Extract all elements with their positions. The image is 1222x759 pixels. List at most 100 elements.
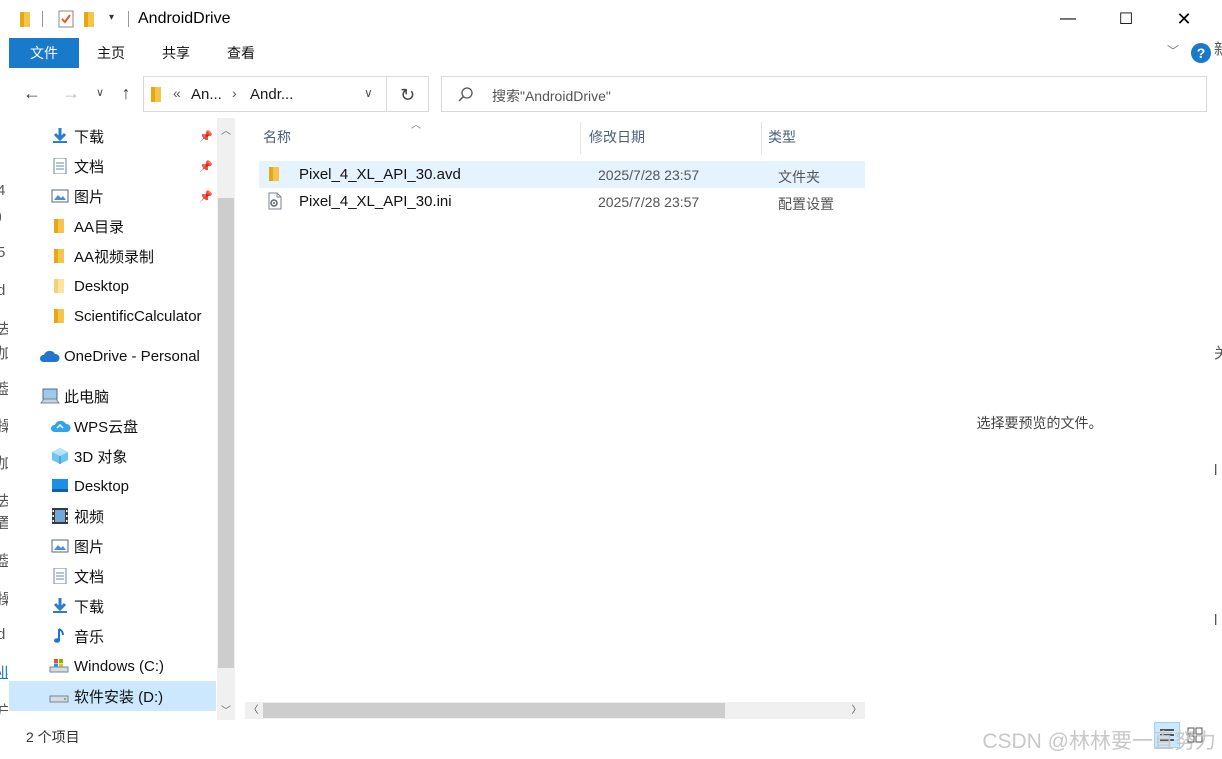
computer-icon <box>40 388 60 404</box>
pin-icon[interactable]: 📌 <box>199 130 213 143</box>
nav-item-onedrive[interactable]: OneDrive - Personal <box>9 341 216 371</box>
folder-icon <box>151 87 161 102</box>
item-count: 2 个项目 <box>26 729 80 745</box>
file-type: 文件夹 <box>778 169 820 185</box>
file-type: 配置设置 <box>778 196 834 212</box>
minimize-button[interactable]: — <box>1039 0 1097 38</box>
up-arrow-icon[interactable]: ↑ <box>115 82 137 104</box>
picture-icon <box>51 539 69 553</box>
file-name: Pixel_4_XL_API_30.avd <box>299 166 461 183</box>
nav-item-this-pc[interactable]: 此电脑 <box>9 381 216 411</box>
folder-icon <box>54 309 64 323</box>
sort-ascending-chevron-icon: ︿ <box>411 120 421 131</box>
customize-toolbar-chevron-icon[interactable]: ▾ <box>109 12 114 23</box>
breadcrumb-overflow[interactable]: « <box>173 85 181 101</box>
window-title: AndroidDrive <box>138 10 231 27</box>
breadcrumb-item[interactable]: Andr... <box>250 86 293 103</box>
document-icon <box>53 158 67 174</box>
scroll-left-chevron-icon[interactable]: 〈 <box>245 702 262 719</box>
divider <box>128 11 129 27</box>
search-placeholder: 搜索"AndroidDrive" <box>492 88 611 104</box>
new-folder-icon[interactable] <box>83 10 97 28</box>
nav-item-aa-video[interactable]: AA视频录制 <box>9 241 216 271</box>
file-name: Pixel_4_XL_API_30.ini <box>299 193 452 210</box>
background-window-edge-right: 新关ll <box>1214 0 1222 759</box>
breadcrumb-separator-icon[interactable]: › <box>232 85 237 101</box>
music-icon <box>54 628 64 643</box>
preview-message: 选择要预览的文件。 <box>976 415 1103 431</box>
breadcrumb-item[interactable]: An... <box>191 86 222 103</box>
drive-c-icon <box>49 659 69 673</box>
nav-item-music[interactable]: 音乐 <box>9 621 216 651</box>
nav-item-pictures[interactable]: 图片 📌 <box>9 181 216 211</box>
scrollbar-thumb[interactable] <box>263 703 725 718</box>
search-icon <box>458 87 473 102</box>
recent-locations-chevron-icon[interactable]: ∨ <box>89 82 111 104</box>
properties-check-icon[interactable] <box>57 10 75 28</box>
column-header-name[interactable]: 名称 <box>263 118 291 156</box>
expand-ribbon-chevron-icon[interactable]: ﹀ <box>1167 42 1179 59</box>
nav-item-drive-c[interactable]: Windows (C:) <box>9 651 216 681</box>
nav-item-documents-pc[interactable]: 文档 <box>9 561 216 591</box>
maximize-button[interactable]: ☐ <box>1097 0 1155 38</box>
close-button[interactable]: ✕ <box>1155 0 1213 38</box>
nav-item-desktop[interactable]: Desktop <box>9 471 216 501</box>
folder-icon <box>269 167 279 181</box>
forward-arrow-icon[interactable]: → <box>60 82 82 104</box>
folder-icon <box>54 249 64 263</box>
cube-icon <box>52 448 68 464</box>
tab-file[interactable]: 文件 <box>9 38 79 68</box>
file-row[interactable]: Pixel_4_XL_API_30.ini 2025/7/28 23:57 配置… <box>259 188 865 215</box>
navigation-bar: ← → ∨ ↑ « An... › Andr... ∨ ↻ 搜索"Android… <box>9 74 1214 114</box>
nav-item-scientific-calculator[interactable]: ScientificCalculator <box>9 301 216 331</box>
nav-item-downloads[interactable]: 下载 📌 <box>9 121 216 151</box>
pin-icon[interactable]: 📌 <box>199 160 213 173</box>
file-explorer-window: ▾ AndroidDrive — ☐ ✕ 文件 主页 共享 查看 ﹀ ? ← →… <box>9 0 1214 752</box>
desktop-icon <box>52 479 68 492</box>
nav-item-documents[interactable]: 文档 📌 <box>9 151 216 181</box>
scroll-up-chevron-icon[interactable]: ︿ <box>217 122 235 137</box>
folder-light-icon <box>54 279 64 293</box>
background-window-edge-left: 4)5d 去加盘操 加去置盘 操d业户 <box>0 0 8 759</box>
column-header-date[interactable]: 修改日期 <box>589 118 645 156</box>
tab-home[interactable]: 主页 <box>87 38 135 68</box>
folder-icon <box>20 12 30 27</box>
help-icon[interactable]: ? <box>1191 43 1211 63</box>
video-icon <box>52 508 68 524</box>
csdn-watermark: CSDN @林林要一直努力 <box>982 730 1216 753</box>
pin-icon[interactable]: 📌 <box>199 190 213 203</box>
download-icon <box>53 598 67 613</box>
folder-icon <box>54 219 64 233</box>
title-bar: ▾ AndroidDrive — ☐ ✕ <box>9 0 1214 38</box>
file-row[interactable]: Pixel_4_XL_API_30.avd 2025/7/28 23:57 文件… <box>259 161 865 188</box>
drive-icon <box>49 695 69 703</box>
nav-item-wps-cloud[interactable]: WPS云盘 <box>9 411 216 441</box>
nav-item-desktop-quick[interactable]: Desktop <box>9 271 216 301</box>
column-header-type[interactable]: 类型 <box>768 118 796 156</box>
nav-item-drive-d[interactable]: 软件安装 (D:) <box>9 681 216 711</box>
nav-pane-scrollbar[interactable]: ︿ ﹀ <box>217 118 235 720</box>
cloud-icon <box>39 350 60 362</box>
scroll-right-chevron-icon[interactable]: 〉 <box>848 702 865 719</box>
nav-item-aa-directory[interactable]: AA目录 <box>9 211 216 241</box>
column-divider[interactable] <box>761 122 762 154</box>
file-date: 2025/7/28 23:57 <box>598 194 700 210</box>
wps-cloud-icon <box>50 420 71 432</box>
address-dropdown-chevron-icon[interactable]: ∨ <box>364 86 373 100</box>
address-bar[interactable]: « An... › Andr... ∨ <box>143 76 387 112</box>
nav-item-3d-objects[interactable]: 3D 对象 <box>9 441 216 471</box>
column-divider[interactable] <box>580 122 581 154</box>
nav-item-downloads-pc[interactable]: 下载 <box>9 591 216 621</box>
file-list-horizontal-scrollbar[interactable]: 〈 〉 <box>245 702 865 719</box>
scroll-down-chevron-icon[interactable]: ﹀ <box>217 702 235 717</box>
search-input[interactable]: 搜索"AndroidDrive" <box>441 76 1207 112</box>
ribbon-tabs: 文件 主页 共享 查看 ﹀ ? <box>9 38 1214 68</box>
refresh-icon[interactable]: ↻ <box>387 76 429 112</box>
scrollbar-thumb[interactable] <box>218 198 234 668</box>
tab-view[interactable]: 查看 <box>217 38 265 68</box>
nav-item-videos[interactable]: 视频 <box>9 501 216 531</box>
navigation-pane: 下载 📌 文档 📌 图片 📌 AA目录 AA视频录制 Desktop Scien… <box>9 118 216 720</box>
nav-item-pictures-pc[interactable]: 图片 <box>9 531 216 561</box>
back-arrow-icon[interactable]: ← <box>21 82 43 104</box>
tab-share[interactable]: 共享 <box>152 38 200 68</box>
